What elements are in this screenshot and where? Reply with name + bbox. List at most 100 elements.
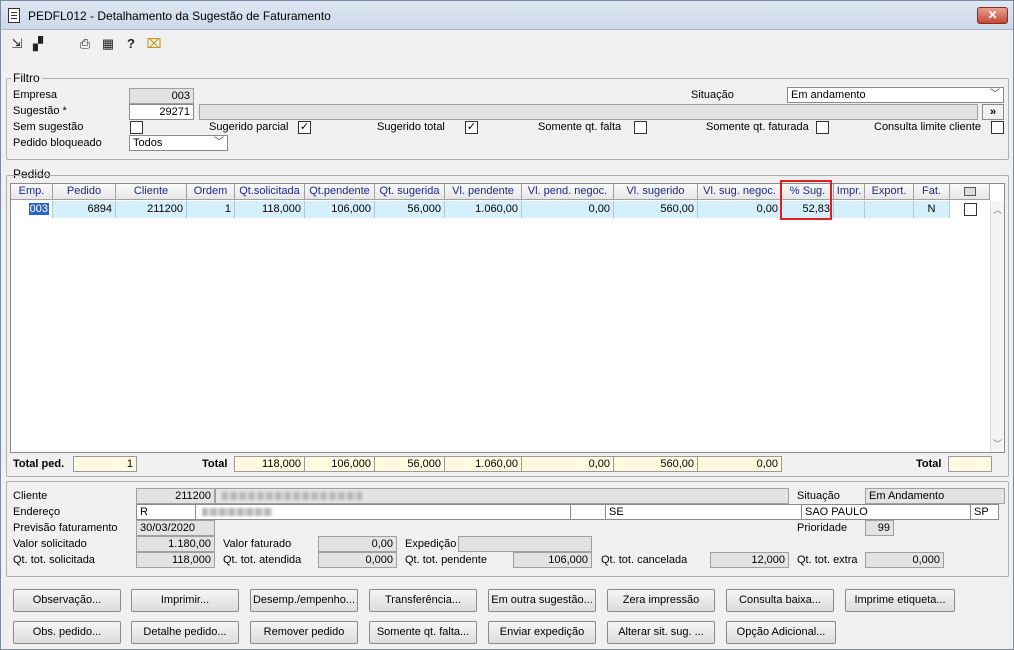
title-bar: PEDFL012 - Detalhamento da Sugestão de F… (1, 1, 1013, 30)
row-cell[interactable]: 0,00 (522, 201, 614, 218)
row-cell[interactable]: 1.060,00 (445, 201, 522, 218)
enviar-expedicao-button[interactable]: Enviar expedição (488, 621, 596, 644)
chevron-up-icon[interactable]: ︿ (993, 203, 1002, 216)
row-checkbox[interactable] (964, 203, 977, 216)
col-header[interactable]: Qt.pendente (305, 184, 375, 200)
endereco-numero-field (570, 504, 606, 520)
somente-qt-falta-button[interactable]: Somente qt. falta... (369, 621, 477, 644)
somente-faturada-checkbox[interactable] (816, 121, 829, 134)
situacao-detalhe-field: Em Andamento (865, 488, 1005, 504)
total-vl-sugerido: 560,00 (613, 456, 698, 472)
col-header[interactable]: Fat. (914, 184, 950, 200)
qt-tot-solicitada-label: Qt. tot. solicitada (13, 554, 95, 566)
remover-pedido-button[interactable]: Remover pedido (250, 621, 358, 644)
estado-field: SP (970, 504, 999, 520)
imprimir-button[interactable]: Imprimir... (131, 589, 239, 612)
somente-falta-checkbox[interactable] (634, 121, 647, 134)
col-header[interactable]: Qt.solicitada (235, 184, 305, 200)
detalhe-pedido-button[interactable]: Detalhe pedido... (131, 621, 239, 644)
filtro-legend: Filtro (11, 71, 42, 85)
total-qt-solicitada: 118,000 (234, 456, 305, 472)
col-header[interactable]: Export. (865, 184, 914, 200)
pedido-grid[interactable]: Emp. Pedido Cliente Ordem Qt.solicitada … (10, 180, 1005, 453)
consulta-baixa-button[interactable]: Consulta baixa... (726, 589, 834, 612)
row-cell[interactable]: 003 (11, 201, 53, 218)
pedido-bloqueado-value: Todos (133, 137, 163, 149)
pedido-bloqueado-select[interactable]: Todos ﹀ (129, 135, 228, 151)
row-cell[interactable]: 56,000 (375, 201, 445, 218)
row-cell[interactable] (834, 201, 865, 218)
row-cell[interactable]: 106,000 (305, 201, 375, 218)
col-header[interactable]: Cliente (116, 184, 187, 200)
consulta-limite-checkbox[interactable] (991, 121, 1004, 134)
col-header[interactable]: Vl. sugerido (614, 184, 698, 200)
prioridade-label: Prioridade (797, 522, 848, 534)
row-cell[interactable]: 6894 (53, 201, 116, 218)
qt-tot-solicitada-field: 118,000 (136, 552, 215, 568)
sugerido-parcial-label: Sugerido parcial (209, 121, 289, 133)
sugestao-field[interactable]: 29271 (129, 104, 194, 120)
export-icon[interactable]: ⇲ (9, 36, 25, 52)
calendar-icon[interactable]: ▦ (100, 36, 116, 52)
total-qt-sugerida: 56,000 (374, 456, 445, 472)
row-cell[interactable]: 211200 (116, 201, 187, 218)
row-cell[interactable]: N (914, 201, 950, 218)
select-all-icon (963, 187, 976, 196)
col-header[interactable]: Pedido (53, 184, 116, 200)
previsao-field: 30/03/2020 (136, 520, 215, 536)
lookup-button[interactable]: » (982, 104, 1004, 120)
expedicao-label: Expedição (405, 538, 457, 550)
sugerido-total-checkbox[interactable]: ✓ (465, 121, 478, 134)
help-icon[interactable]: ? (123, 36, 139, 52)
prioridade-field: 99 (865, 520, 894, 536)
col-header[interactable]: Ordem (187, 184, 235, 200)
em-outra-sugestao-button[interactable]: Em outra sugestão... (488, 589, 596, 612)
chevron-down-icon[interactable]: ﹀ (993, 437, 1002, 450)
col-header[interactable]: Vl. pendente (445, 184, 522, 200)
opcao-adicional-button[interactable]: Opção Adicional... (726, 621, 836, 644)
col-header[interactable]: Qt. sugerida (375, 184, 445, 200)
empresa-field[interactable]: 003 (129, 88, 194, 104)
sugestao-label: Sugestão * (13, 105, 67, 117)
sem-sugestao-checkbox[interactable] (130, 121, 143, 134)
col-header[interactable]: Emp. (11, 184, 53, 200)
endereco-tipo-field: R (136, 504, 196, 520)
transferencia-button[interactable]: Transferência... (369, 589, 477, 612)
col-header[interactable]: Vl. sug. negoc. (698, 184, 782, 200)
total-ped-value: 1 (73, 456, 137, 472)
cidade-field: SAO PAULO (801, 504, 971, 520)
vertical-scrollbar[interactable]: ︿ ﹀ (990, 201, 1004, 452)
close-button[interactable]: ✕ (977, 7, 1008, 24)
uf-field: SE (605, 504, 802, 520)
total-ped-label: Total ped. (13, 458, 65, 470)
imprime-etiqueta-button[interactable]: Imprime etiqueta... (845, 589, 955, 612)
observacao-button[interactable]: Observação... (13, 589, 121, 612)
obs-pedido-button[interactable]: Obs. pedido... (13, 621, 121, 644)
total-right-label: Total (916, 458, 942, 470)
row-cell[interactable]: 118,000 (235, 201, 305, 218)
chevron-down-icon: ﹀ (214, 137, 224, 148)
situacao-select[interactable]: Em andamento ﹀ (787, 87, 1004, 103)
valor-faturado-field: 0,00 (318, 536, 397, 552)
desemp-empenho-button[interactable]: Desemp./empenho... (250, 589, 358, 612)
endereco-field (195, 504, 571, 520)
print-icon[interactable]: ⎙ (77, 36, 93, 52)
qt-tot-cancelada-label: Qt. tot. cancelada (601, 554, 688, 566)
row-cell[interactable]: 1 (187, 201, 235, 218)
row-cell[interactable]: 560,00 (614, 201, 698, 218)
select-all-header[interactable] (950, 184, 990, 200)
total-vl-pendente: 1.060,00 (444, 456, 522, 472)
sugerido-parcial-checkbox[interactable]: ✓ (298, 121, 311, 134)
window-icon[interactable]: ▞ (30, 36, 46, 52)
valor-solicitado-label: Valor solicitado (13, 538, 87, 550)
alterar-sit-sug-button[interactable]: Alterar sit. sug. ... (607, 621, 715, 644)
col-header[interactable]: Impr. (834, 184, 865, 200)
cliente-name-field (215, 488, 789, 504)
exit-icon[interactable]: ⌧ (146, 36, 162, 52)
row-cell[interactable]: 0,00 (698, 201, 782, 218)
zera-impressao-button[interactable]: Zera impressão (607, 589, 715, 612)
total-vl-pend-negoc: 0,00 (521, 456, 614, 472)
total-vl-sug-negoc: 0,00 (697, 456, 782, 472)
row-cell[interactable] (865, 201, 914, 218)
col-header[interactable]: Vl. pend. negoc. (522, 184, 614, 200)
